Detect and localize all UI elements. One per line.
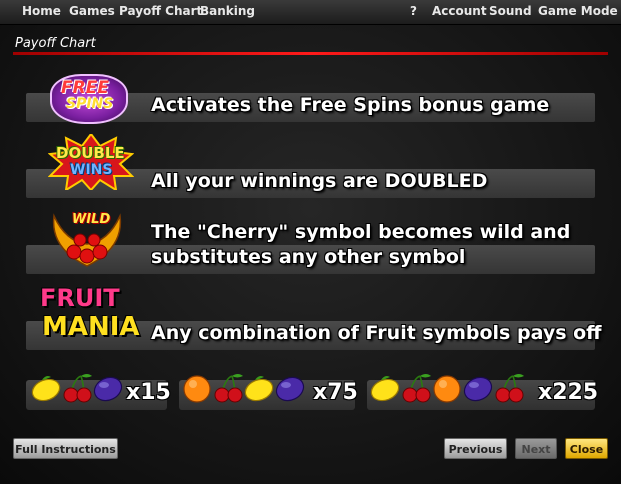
title-divider (13, 52, 608, 55)
panel-title: Payoff Chart (15, 36, 96, 51)
wild-logo: WILD (48, 208, 126, 270)
payout-multiplier-2: x75 (313, 380, 358, 405)
menu-game-mode[interactable]: Game Mode (538, 4, 618, 18)
payout-multiplier-1: x15 (126, 380, 171, 405)
menu-help[interactable]: ? (410, 4, 417, 18)
row-text-double-wins: All your winnings are DOUBLED (151, 170, 488, 192)
top-menu-bar: Home Games Payoff Chart Banking ? Accoun… (0, 0, 621, 25)
fruit-mania-logo: FRUIT MANIA (40, 284, 140, 342)
menu-banking[interactable]: Banking (200, 4, 255, 18)
payout-multiplier-3: x225 (538, 380, 599, 405)
menu-payoff-chart[interactable]: Payoff Chart (119, 4, 202, 18)
next-button[interactable]: Next (515, 438, 557, 459)
menu-account[interactable]: Account (432, 4, 487, 18)
double-wins-logo: DOUBLE WINS (48, 134, 134, 190)
close-button[interactable]: Close (565, 438, 608, 459)
row-text-fruit-mania: Any combination of Fruit symbols pays of… (151, 322, 602, 344)
menu-sound[interactable]: Sound (489, 4, 532, 18)
menu-games[interactable]: Games (69, 4, 115, 18)
free-spins-logo: FREE SPINS (50, 74, 128, 124)
row-text-free-spins: Activates the Free Spins bonus game (151, 94, 550, 116)
row-text-wild-line2: substitutes any other symbol (151, 246, 466, 268)
menu-home[interactable]: Home (22, 4, 61, 18)
previous-button[interactable]: Previous (444, 438, 507, 459)
row-text-wild-line1: The "Cherry" symbol becomes wild and (151, 221, 571, 243)
full-instructions-button[interactable]: Full Instructions (13, 438, 118, 459)
